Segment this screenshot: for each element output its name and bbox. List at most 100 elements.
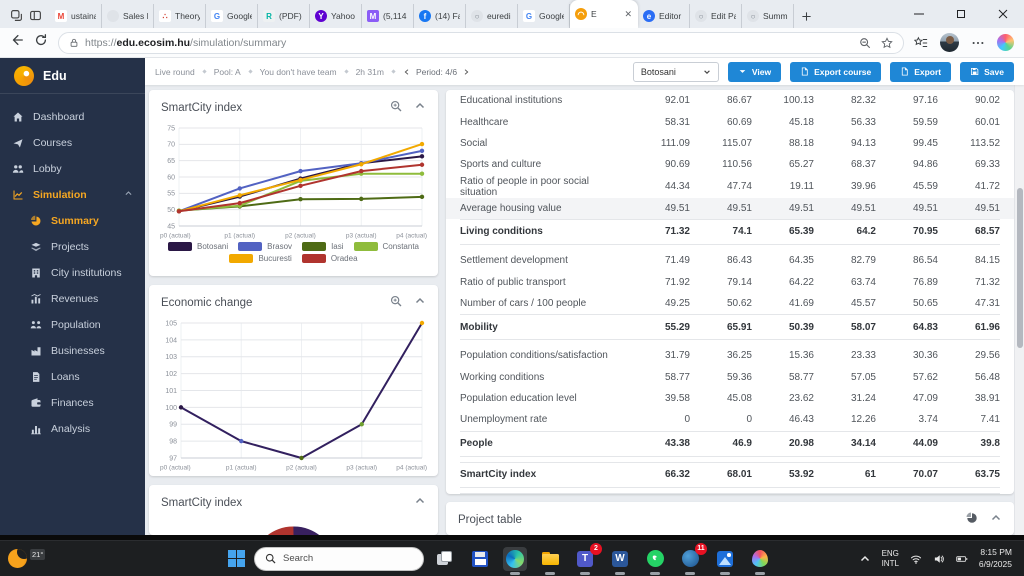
word-taskbar-icon[interactable]: W [608, 547, 632, 575]
collapse-chevron-icon[interactable] [414, 294, 426, 312]
sidebar-item-businesses[interactable]: Businesses [0, 338, 145, 364]
ecosim-app: Edu Dashboard Courses Lobby Simulation Summa… [0, 58, 1024, 535]
app-logo[interactable]: Edu [0, 58, 145, 94]
whatsapp-taskbar-icon[interactable] [643, 547, 667, 575]
back-icon[interactable] [10, 33, 24, 52]
economic-change-card: Economic change 97 98 99 100 101 102 103 104 105… [149, 285, 438, 476]
view-button[interactable]: View [727, 61, 782, 82]
browser-tab[interactable]: R (PDF) T [258, 4, 310, 28]
sidebar-item-dashboard[interactable]: Dashboard [0, 104, 145, 130]
row-value: 46.43 [788, 414, 814, 426]
row-value: 41.69 [788, 297, 814, 309]
table-row: Market Rank326514 [460, 492, 1000, 494]
photos-taskbar-icon[interactable] [713, 547, 737, 575]
zoom-in-icon[interactable] [390, 99, 402, 117]
scrollbar-thumb[interactable] [1017, 188, 1023, 348]
minimize-button[interactable] [898, 0, 940, 28]
sidebar-item-simulation[interactable]: Simulation [0, 182, 145, 208]
browser-tab[interactable]: Y Yahoo [310, 4, 362, 28]
save-button[interactable]: Save [960, 61, 1014, 82]
browser-tab[interactable]: ○ euredi [466, 4, 518, 28]
sidebar-item-analysis[interactable]: Analysis [0, 416, 145, 442]
favorite-star-icon[interactable] [881, 36, 893, 49]
taskbar-search[interactable]: Search [254, 546, 424, 571]
export-course-button[interactable]: Export course [790, 61, 882, 82]
sidebar-item-projects[interactable]: Projects [0, 234, 145, 260]
card-title: Economic change [161, 297, 253, 309]
period-prev-icon[interactable] [403, 68, 411, 76]
sidebar-item-lobby[interactable]: Lobby [0, 156, 145, 182]
favorites-list-icon[interactable] [914, 36, 928, 50]
language-indicator[interactable]: ENG INTL [882, 549, 899, 568]
period-next-icon[interactable] [462, 68, 470, 76]
workspaces-icon[interactable] [10, 9, 23, 22]
table-row: Unemployment rate 0 0 46.43 12.26 3.74 7.41 [460, 409, 1000, 430]
explorer-taskbar-icon[interactable] [538, 547, 562, 575]
browser-tab[interactable]: G Google [518, 4, 570, 28]
sidebar-item-revenues[interactable]: Revenues [0, 286, 145, 312]
browser-tab[interactable]: f (14) Fa [414, 4, 466, 28]
paint-taskbar-icon[interactable] [748, 547, 772, 575]
sidebar-item-city-institutions[interactable]: City institutions [0, 260, 145, 286]
browser-tab[interactable]: ○ Edit Pa [690, 4, 742, 28]
weather-moon-icon [8, 549, 27, 568]
browser-tab[interactable]: Sales F [102, 4, 154, 28]
row-value: 30.36 [912, 350, 938, 362]
row-label: Ratio of people in poor social situation [460, 175, 589, 198]
floppy-taskbar-icon[interactable] [468, 547, 492, 571]
clock[interactable]: 8:15 PM 6/9/2025 [979, 547, 1012, 570]
sidebar-item-loans[interactable]: Loans [0, 364, 145, 390]
page-scrollbar[interactable] [1014, 58, 1024, 535]
sidebar-item-label: Projects [51, 241, 89, 253]
tab-close-icon[interactable]: ✕ [623, 9, 633, 20]
telegram-taskbar-icon[interactable]: 11 [678, 542, 707, 575]
refresh-icon[interactable] [34, 33, 48, 52]
wifi-icon[interactable] [910, 553, 922, 565]
zoom-out-icon[interactable] [859, 37, 871, 49]
edge-taskbar-icon[interactable] [503, 546, 527, 575]
start-button[interactable] [228, 550, 245, 567]
table-row: Ratio of people in poor social situation… [460, 176, 1000, 198]
row-value: 44.09 [912, 438, 938, 450]
maximize-button[interactable] [940, 0, 982, 28]
search-icon [265, 553, 276, 564]
collapse-chevron-icon[interactable] [414, 494, 426, 512]
tray-chevron-up-icon[interactable] [859, 553, 871, 565]
collapse-chevron-icon[interactable] [990, 511, 1002, 529]
svg-text:p3 (actual): p3 (actual) [346, 465, 377, 472]
browser-tab[interactable]: G Google [206, 4, 258, 28]
vertical-tabs-icon[interactable] [29, 9, 42, 22]
browser-tab[interactable]: ∴ Theory [154, 4, 206, 28]
sidebar-item-courses[interactable]: Courses [0, 130, 145, 156]
project-table-card: Project table [446, 502, 1014, 535]
sidebar-item-population[interactable]: Population [0, 312, 145, 338]
volume-icon[interactable] [933, 553, 945, 565]
browser-tab[interactable]: ◠ E ✕ [570, 0, 638, 28]
sidebar-item-summary[interactable]: Summary [0, 208, 145, 234]
collapse-chevron-icon[interactable] [414, 99, 426, 117]
city-select[interactable]: Botosani [632, 61, 719, 82]
chevron-up-icon[interactable] [124, 189, 133, 201]
browser-tab[interactable]: e Editor [638, 4, 690, 28]
sidebar-item-finances[interactable]: Finances [0, 390, 145, 416]
task-view-taskbar-icon[interactable] [433, 547, 457, 571]
close-window-button[interactable] [982, 0, 1024, 28]
teams-taskbar-icon[interactable]: T2 [573, 542, 602, 575]
row-value: 97.16 [912, 95, 938, 107]
browser-tab[interactable]: ○ Summ [742, 4, 794, 28]
card-title: SmartCity index [161, 497, 243, 509]
zoom-in-icon[interactable] [390, 294, 402, 312]
new-tab-button[interactable] [794, 4, 818, 28]
pie-chart-icon[interactable] [966, 511, 978, 529]
profile-avatar[interactable] [940, 33, 959, 52]
row-value: 59.59 [912, 116, 938, 128]
more-menu-icon[interactable] [971, 36, 985, 50]
browser-tab[interactable]: Mustaina [50, 4, 102, 28]
export-button[interactable]: Export [890, 61, 952, 82]
battery-icon[interactable] [956, 553, 968, 565]
weather-widget[interactable]: 21° [0, 549, 70, 568]
url-field[interactable]: https://edu.ecosim.hu/simulation/summary [58, 31, 904, 54]
browser-tab[interactable]: M (5,114 [362, 4, 414, 28]
copilot-icon[interactable] [997, 34, 1014, 51]
button-label: Save [984, 66, 1004, 77]
